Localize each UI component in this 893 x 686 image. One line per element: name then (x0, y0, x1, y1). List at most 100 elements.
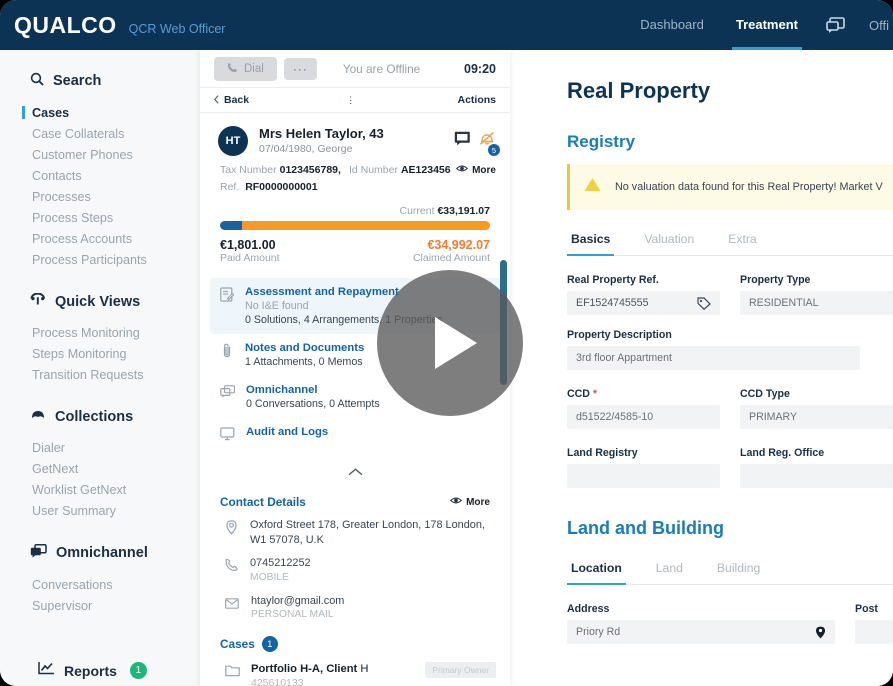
real-property-panel: Real Property Registry No valuation data… (534, 50, 893, 686)
call-more-button[interactable]: ··· (284, 58, 317, 80)
nav-dashboard[interactable]: Dashboard (624, 0, 720, 50)
land-registry-input[interactable] (567, 464, 720, 488)
property-type-input[interactable]: RESIDENTIAL (740, 291, 893, 315)
location-pin-filled-icon[interactable] (815, 626, 826, 639)
sidebar-item-user-summary[interactable]: User Summary (0, 501, 200, 522)
repayment-progress-bar (220, 221, 490, 230)
identifiers-more-button[interactable]: More (456, 164, 496, 176)
sidebar-item-getnext[interactable]: GetNext (0, 459, 200, 480)
sidebar-item-supervisor[interactable]: Supervisor (0, 596, 200, 617)
accordion-title: Notes and Documents (245, 341, 364, 355)
panel-nav-bar: Back ⋮ Actions (200, 88, 510, 113)
sidebar-item-process-monitoring[interactable]: Process Monitoring (0, 323, 200, 344)
field-value: 3rd floor Appartment (576, 352, 672, 364)
tab-basics[interactable]: Basics (567, 232, 614, 255)
omnichannel-icon (30, 544, 47, 562)
contact-details-more-button[interactable]: More (450, 496, 490, 508)
sidebar-item-process-steps[interactable]: Process Steps (0, 208, 200, 229)
sidebar-item-process-accounts[interactable]: Process Accounts (0, 229, 200, 250)
sidebar-group-omnichannel: Omnichannel (0, 544, 200, 562)
registry-tabs: Basics Valuation Extra (567, 232, 893, 256)
sidebar-item-cases[interactable]: Cases (0, 103, 200, 124)
claimed-amount-value: €34,992.07 (413, 238, 490, 252)
real-property-ref-input[interactable]: EF1524745555 (567, 291, 720, 315)
tab-extra[interactable]: Extra (724, 232, 760, 255)
eye-icon (456, 164, 468, 176)
actions-button[interactable]: Actions (457, 94, 496, 106)
customer-actions: 5 (454, 130, 496, 152)
field-label: CCD Type (740, 388, 893, 400)
sidebar-group-collections: Collections (0, 408, 200, 425)
reports-badge: 1 (130, 662, 147, 679)
nav-treatment[interactable]: Treatment (720, 0, 814, 50)
field-label: CCD * (567, 388, 720, 400)
sidebar-spacer (0, 386, 200, 408)
ccd-type-input[interactable]: PRIMARY (740, 405, 893, 429)
customer-header: HT Mrs Helen Taylor, 43 07/04/1980, Geor… (200, 113, 510, 160)
omnichannel-icon (220, 385, 235, 404)
contact-row-phone: 0745212252 MOBILE (200, 547, 510, 585)
brand-subtitle: QCR Web Officer (129, 22, 226, 36)
tab-location[interactable]: Location (567, 561, 626, 584)
sidebar-item-processes[interactable]: Processes (0, 187, 200, 208)
tag-icon[interactable] (697, 297, 711, 310)
chevron-left-icon[interactable] (214, 91, 219, 109)
sidebar-item-case-collaterals[interactable]: Case Collaterals (0, 124, 200, 145)
registry-field-row-2: CCD * d51522/4585-10 CCD Type PRIMARY (567, 388, 893, 429)
sidebar-item-transition-requests[interactable]: Transition Requests (0, 365, 200, 386)
collapse-toggle[interactable] (200, 453, 510, 487)
case-list-item[interactable]: Portfolio H-A, Client H 425610133 Primar… (200, 652, 510, 686)
chat-icon[interactable] (814, 0, 857, 50)
case-title-rest: H (360, 663, 368, 675)
back-button[interactable]: Back (224, 94, 249, 106)
property-description-input[interactable]: 3rd floor Appartment (567, 346, 860, 370)
sidebar-group-label: Quick Views (55, 294, 140, 310)
chevron-up-icon (348, 463, 363, 480)
contact-row-email: htaylor@gmail.com PERSONAL MAIL (200, 585, 510, 623)
sidebar-item-reports[interactable]: Reports 1 (0, 661, 200, 680)
sidebar-item-customer-phones[interactable]: Customer Phones (0, 145, 200, 166)
land-reg-office-input[interactable] (740, 464, 893, 488)
avatar: HT (218, 126, 248, 156)
case-title: Portfolio H-A, Client H (251, 662, 368, 676)
session-clock: 09:20 (464, 62, 496, 76)
sidebar-item-steps-monitoring[interactable]: Steps Monitoring (0, 344, 200, 365)
call-status-text: You are Offline (343, 62, 420, 76)
monitor-icon (220, 427, 235, 446)
more-label: More (466, 497, 490, 508)
ccd-input[interactable]: d51522/4585-10 (567, 405, 720, 429)
sidebar-item-worklist-getnext[interactable]: Worklist GetNext (0, 480, 200, 501)
field-land-registry: Land Registry (567, 447, 720, 488)
field-real-property-ref: Real Property Ref. EF1524745555 (567, 274, 720, 315)
field-label: Address (567, 603, 835, 615)
brand-area[interactable]: QUALCO QCR Web Officer (0, 12, 225, 39)
post-input[interactable] (855, 620, 893, 644)
tab-building[interactable]: Building (713, 561, 764, 584)
sidebar-item-contacts[interactable]: Contacts (0, 166, 200, 187)
land-building-tabs: Location Land Building (567, 561, 893, 585)
phone-icon (227, 62, 238, 76)
sidebar-item-process-participants[interactable]: Process Participants (0, 250, 200, 271)
accordion-item-audit-logs[interactable]: Audit and Logs (210, 418, 500, 453)
field-value: RESIDENTIAL (749, 297, 818, 309)
tab-land[interactable]: Land (652, 561, 687, 584)
field-value: d51522/4585-10 (576, 411, 653, 423)
user-menu-label[interactable]: Offi (857, 18, 889, 33)
sidebar-item-dialer[interactable]: Dialer (0, 438, 200, 459)
bell-off-wrapper[interactable]: 5 (478, 130, 496, 152)
field-address: Address Priory Rd (567, 603, 835, 644)
address-input[interactable]: Priory Rd (567, 620, 835, 644)
paid-amount-block: €1,801.00 Paid Amount (220, 238, 280, 264)
sidebar-item-conversations[interactable]: Conversations (0, 575, 200, 596)
field-value: Priory Rd (576, 626, 620, 638)
paperclip-icon (220, 343, 234, 363)
actions-dots-icon[interactable]: ⋮ (346, 96, 355, 105)
phone-icon (225, 558, 238, 577)
contact-row-address: Oxford Street 178, Greater London, 178 L… (200, 509, 510, 547)
field-value: EF1524745555 (576, 297, 648, 309)
land-building-section-title: Land and Building (534, 488, 893, 539)
video-play-button[interactable] (377, 270, 523, 416)
dial-button[interactable]: Dial (214, 57, 277, 81)
tab-valuation[interactable]: Valuation (640, 232, 698, 255)
note-icon[interactable] (454, 131, 471, 151)
